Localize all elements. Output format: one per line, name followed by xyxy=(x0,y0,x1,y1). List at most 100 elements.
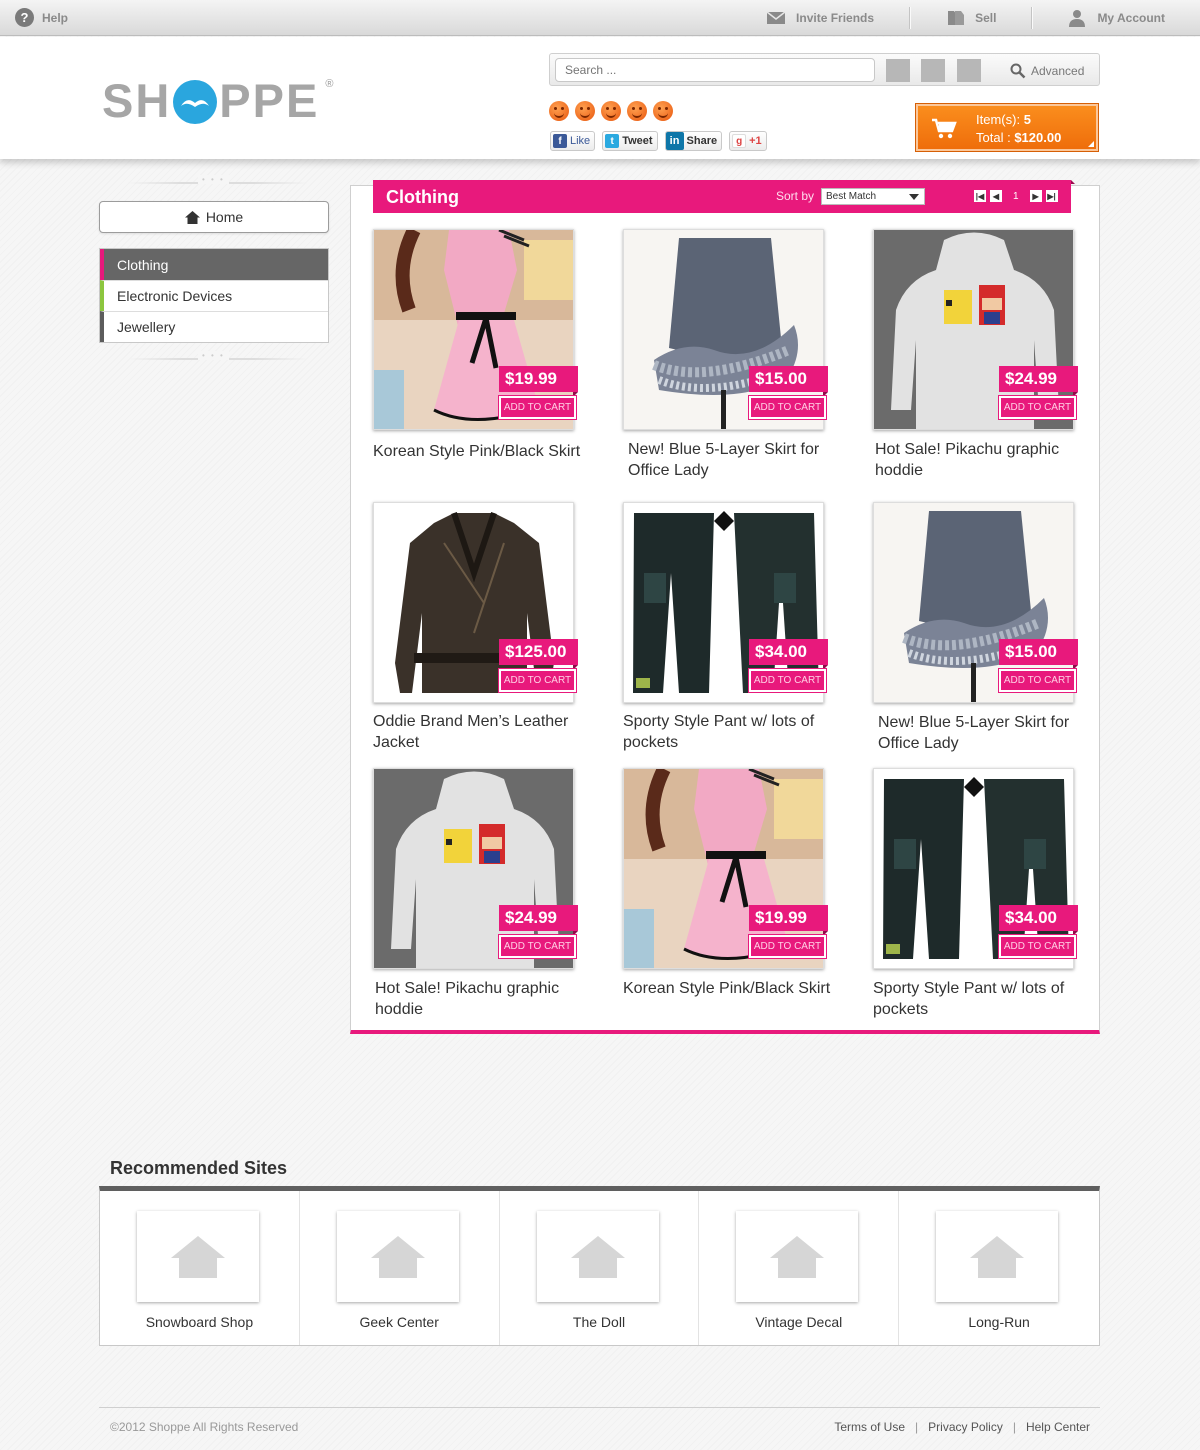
help-label: Help xyxy=(42,10,69,25)
current-page: 1 xyxy=(1013,190,1019,202)
search-option-button[interactable] xyxy=(886,59,910,82)
add-to-cart-button[interactable]: ADD TO CART xyxy=(998,934,1077,959)
site-name[interactable]: Vintage Decal xyxy=(699,1314,898,1330)
linkedin-icon: in xyxy=(665,132,684,150)
sidebar-item-jewellery[interactable]: Jewellery xyxy=(100,311,328,342)
next-page-icon[interactable]: ▶ xyxy=(1029,190,1042,202)
add-to-cart-button[interactable]: ADD TO CART xyxy=(498,395,577,420)
nav-separator xyxy=(909,7,911,29)
add-to-cart-button[interactable]: ADD TO CART xyxy=(748,934,827,959)
last-page-icon[interactable]: ▶| xyxy=(1045,190,1058,202)
house-placeholder-icon xyxy=(370,1235,425,1278)
price-tag: $15.00 xyxy=(999,639,1078,670)
shoppe-logo[interactable]: SH PPE ® xyxy=(102,77,333,124)
user-icon xyxy=(1069,10,1086,27)
product-name[interactable]: New! Blue 5-Layer Skirt for Office Lady xyxy=(628,439,843,481)
smiley-icon[interactable] xyxy=(653,101,673,121)
smiley-icon[interactable] xyxy=(601,101,621,121)
sidebar-item-electronic-devices[interactable]: Electronic Devices xyxy=(100,280,328,311)
sidebar-divider xyxy=(128,175,308,186)
search-option-button[interactable] xyxy=(921,59,945,82)
magnifier-icon xyxy=(1010,63,1026,79)
google-plus-button[interactable]: g +1 xyxy=(729,131,767,151)
search-input[interactable] xyxy=(555,58,875,82)
my-account-link[interactable]: My Account xyxy=(1067,0,1200,36)
add-to-cart-button[interactable]: ADD TO CART xyxy=(998,668,1077,693)
twitter-icon: t xyxy=(605,134,620,148)
envelope-icon xyxy=(766,11,786,24)
home-button[interactable]: Home xyxy=(99,201,329,233)
search-option-button[interactable] xyxy=(957,59,981,82)
footer-divider xyxy=(99,1407,1100,1408)
house-placeholder-icon xyxy=(970,1235,1025,1278)
product-name[interactable]: Hot Sale! Pikachu graphic hoddie xyxy=(375,978,590,1020)
product-name[interactable]: Sporty Style Pant w/ lots of pockets xyxy=(873,978,1088,1020)
linkedin-share-button[interactable]: in Share xyxy=(664,131,723,151)
add-to-cart-button[interactable]: ADD TO CART xyxy=(498,934,577,959)
add-to-cart-button[interactable]: ADD TO CART xyxy=(748,668,827,693)
prev-page-icon[interactable]: ◀ xyxy=(990,190,1002,202)
smiley-icon[interactable] xyxy=(575,101,595,121)
smiley-icon[interactable] xyxy=(627,101,647,121)
help-icon: ? xyxy=(15,8,34,27)
chevron-down-icon xyxy=(909,194,919,200)
add-to-cart-button[interactable]: ADD TO CART xyxy=(748,395,827,420)
product-name[interactable]: Korean Style Pink/Black Skirt xyxy=(373,441,588,462)
cart-total-value: $120.00 xyxy=(1014,130,1062,145)
sidebar-divider xyxy=(128,351,308,362)
recommended-title: Recommended Sites xyxy=(110,1158,288,1178)
add-to-cart-button[interactable]: ADD TO CART xyxy=(498,668,577,693)
sort-select[interactable]: Best Match xyxy=(821,188,925,205)
product-name[interactable]: Hot Sale! Pikachu graphic hoddie xyxy=(875,439,1090,481)
site-name[interactable]: Geek Center xyxy=(300,1314,499,1330)
tweet-button[interactable]: t Tweet xyxy=(602,131,658,151)
cart-total-label: Total : xyxy=(976,130,1011,145)
site-thumbnail[interactable] xyxy=(536,1211,659,1302)
add-to-cart-button[interactable]: ADD TO CART xyxy=(998,395,1077,420)
product-name[interactable]: New! Blue 5-Layer Skirt for Office Lady xyxy=(878,712,1093,754)
site-name[interactable]: Snowboard Shop xyxy=(100,1314,299,1330)
advanced-search-link[interactable]: Advanced xyxy=(1010,63,1084,79)
shopping-cart-icon xyxy=(932,118,957,139)
recommended-site[interactable]: Vintage Decal xyxy=(699,1191,900,1345)
facebook-like-button[interactable]: f Like xyxy=(550,131,596,151)
site-thumbnail[interactable] xyxy=(736,1211,859,1302)
recommended-site[interactable]: Snowboard Shop xyxy=(100,1191,300,1345)
footer-link-help-center[interactable]: Help Center xyxy=(1026,1420,1090,1434)
footer-link-terms-of-use[interactable]: Terms of Use xyxy=(834,1420,905,1434)
panel-header: Clothing Sort by Best Match |◀ ◀ 1 ▶ ▶| xyxy=(373,180,1075,213)
top-bar: ? Help Invite Friends Sell My Account xyxy=(0,0,1200,36)
price-tag: $19.99 xyxy=(499,366,578,397)
recommended-site[interactable]: The Doll xyxy=(500,1191,700,1345)
price-tag: $125.00 xyxy=(499,639,578,670)
site-thumbnail[interactable] xyxy=(137,1211,259,1302)
invite-friends-link[interactable]: Invite Friends xyxy=(766,0,909,36)
first-page-icon[interactable]: |◀ xyxy=(974,190,986,202)
help-link[interactable]: ? Help xyxy=(15,8,68,27)
house-icon xyxy=(184,210,200,224)
cart-summary[interactable]: Item(s): 5 Total : $120.00 xyxy=(915,103,1099,152)
social-buttons: f Like t Tweet in Share g +1 xyxy=(550,131,767,151)
smiley-icon[interactable] xyxy=(549,101,569,121)
footer-link-privacy-policy[interactable]: Privacy Policy xyxy=(928,1420,1003,1434)
house-placeholder-icon xyxy=(770,1235,825,1278)
recommended-site[interactable]: Geek Center xyxy=(300,1191,500,1345)
cart-items-label: Item(s): xyxy=(976,112,1021,127)
product-name[interactable]: Sporty Style Pant w/ lots of pockets xyxy=(623,711,838,753)
footer-links: Terms of Use | Privacy Policy | Help Center xyxy=(834,1420,1090,1434)
product-name[interactable]: Korean Style Pink/Black Skirt xyxy=(623,978,838,999)
rating-smileys xyxy=(549,101,673,121)
site-name[interactable]: Long-Run xyxy=(899,1314,1099,1330)
price-tag: $24.99 xyxy=(499,905,578,936)
site-thumbnail[interactable] xyxy=(336,1211,459,1302)
sidebar-item-clothing[interactable]: Clothing xyxy=(100,249,328,280)
product-name[interactable]: Oddie Brand Men’s Leather Jacket xyxy=(373,711,588,753)
sell-link[interactable]: Sell xyxy=(945,0,1031,36)
recommended-site[interactable]: Long-Run xyxy=(899,1191,1099,1345)
site-name[interactable]: The Doll xyxy=(500,1314,699,1330)
sort-label: Sort by xyxy=(776,189,815,203)
price-tag: $15.00 xyxy=(749,366,828,397)
site-thumbnail[interactable] xyxy=(936,1211,1059,1302)
cart-corner xyxy=(1088,141,1094,147)
price-tag: $34.00 xyxy=(749,639,828,670)
